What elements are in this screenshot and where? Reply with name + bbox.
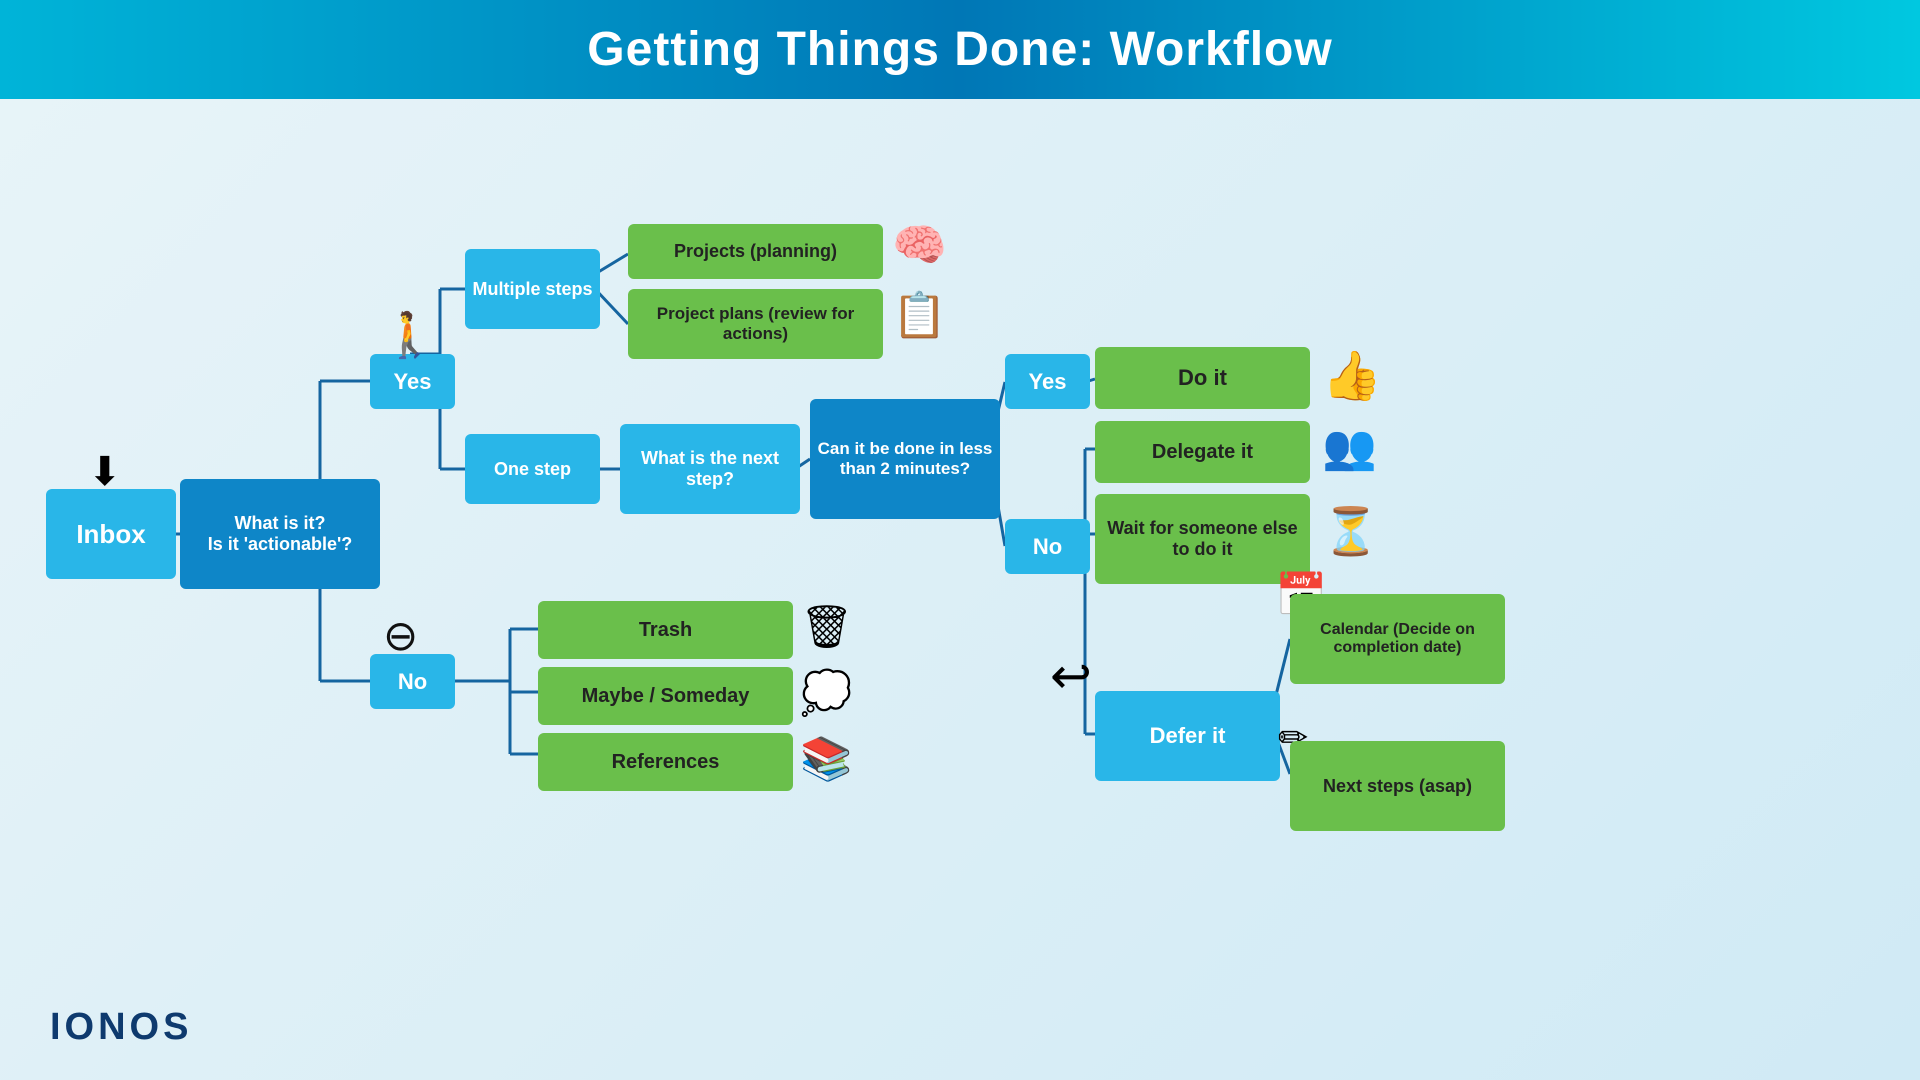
brain-gear-icon: 🧠 (892, 219, 947, 271)
diagram-area: Inbox ⬇ What is it? Is it 'actionable'? … (0, 99, 1920, 1079)
cloud-think-icon: 💭 (800, 669, 852, 718)
hourglass-icon: ⏳ (1322, 504, 1379, 559)
project-plans-box: Project plans (review for actions) (628, 289, 883, 359)
inbox-down-arrow-icon: ⬇ (88, 449, 122, 495)
what-is-it-box: What is it? Is it 'actionable'? (180, 479, 380, 589)
header: Getting Things Done: Workflow (0, 0, 1920, 99)
references-box: References (538, 733, 793, 791)
multiple-steps-box: Multiple steps (465, 249, 600, 329)
inbox-box: Inbox (46, 489, 176, 579)
share-icon: ↪ (1050, 647, 1092, 705)
yes-2min-box: Yes (1005, 354, 1090, 409)
ionos-logo: IONOS (50, 1006, 192, 1049)
page-title: Getting Things Done: Workflow (0, 22, 1920, 77)
thumbs-up-icon: 👍 (1322, 347, 1382, 404)
one-step-box: One step (465, 434, 600, 504)
books-icon: 📚 (800, 735, 852, 784)
meeting-icon: 👥 (1322, 421, 1377, 473)
calendar-box: Calendar (Decide on completion date) (1290, 594, 1505, 684)
no-2min-box: No (1005, 519, 1090, 574)
trash-bin-icon: 🗑 (800, 603, 853, 652)
connector-lines (0, 99, 1920, 1079)
no-sign-icon: ⊖ (383, 611, 418, 660)
defer-it-box: Defer it (1095, 691, 1280, 781)
walking-person-icon: 🚶 (382, 309, 437, 361)
list-icon: 📋 (892, 289, 947, 341)
maybe-someday-box: Maybe / Someday (538, 667, 793, 725)
delegate-it-box: Delegate it (1095, 421, 1310, 483)
no-bottom-box: No (370, 654, 455, 709)
projects-planning-box: Projects (planning) (628, 224, 883, 279)
trash-box: Trash (538, 601, 793, 659)
next-steps-box: Next steps (asap) (1290, 741, 1505, 831)
what-next-step-box: What is the next step? (620, 424, 800, 514)
can-it-be-done-box: Can it be done in less than 2 minutes? (810, 399, 1000, 519)
yes-top-box: Yes (370, 354, 455, 409)
do-it-box: Do it (1095, 347, 1310, 409)
